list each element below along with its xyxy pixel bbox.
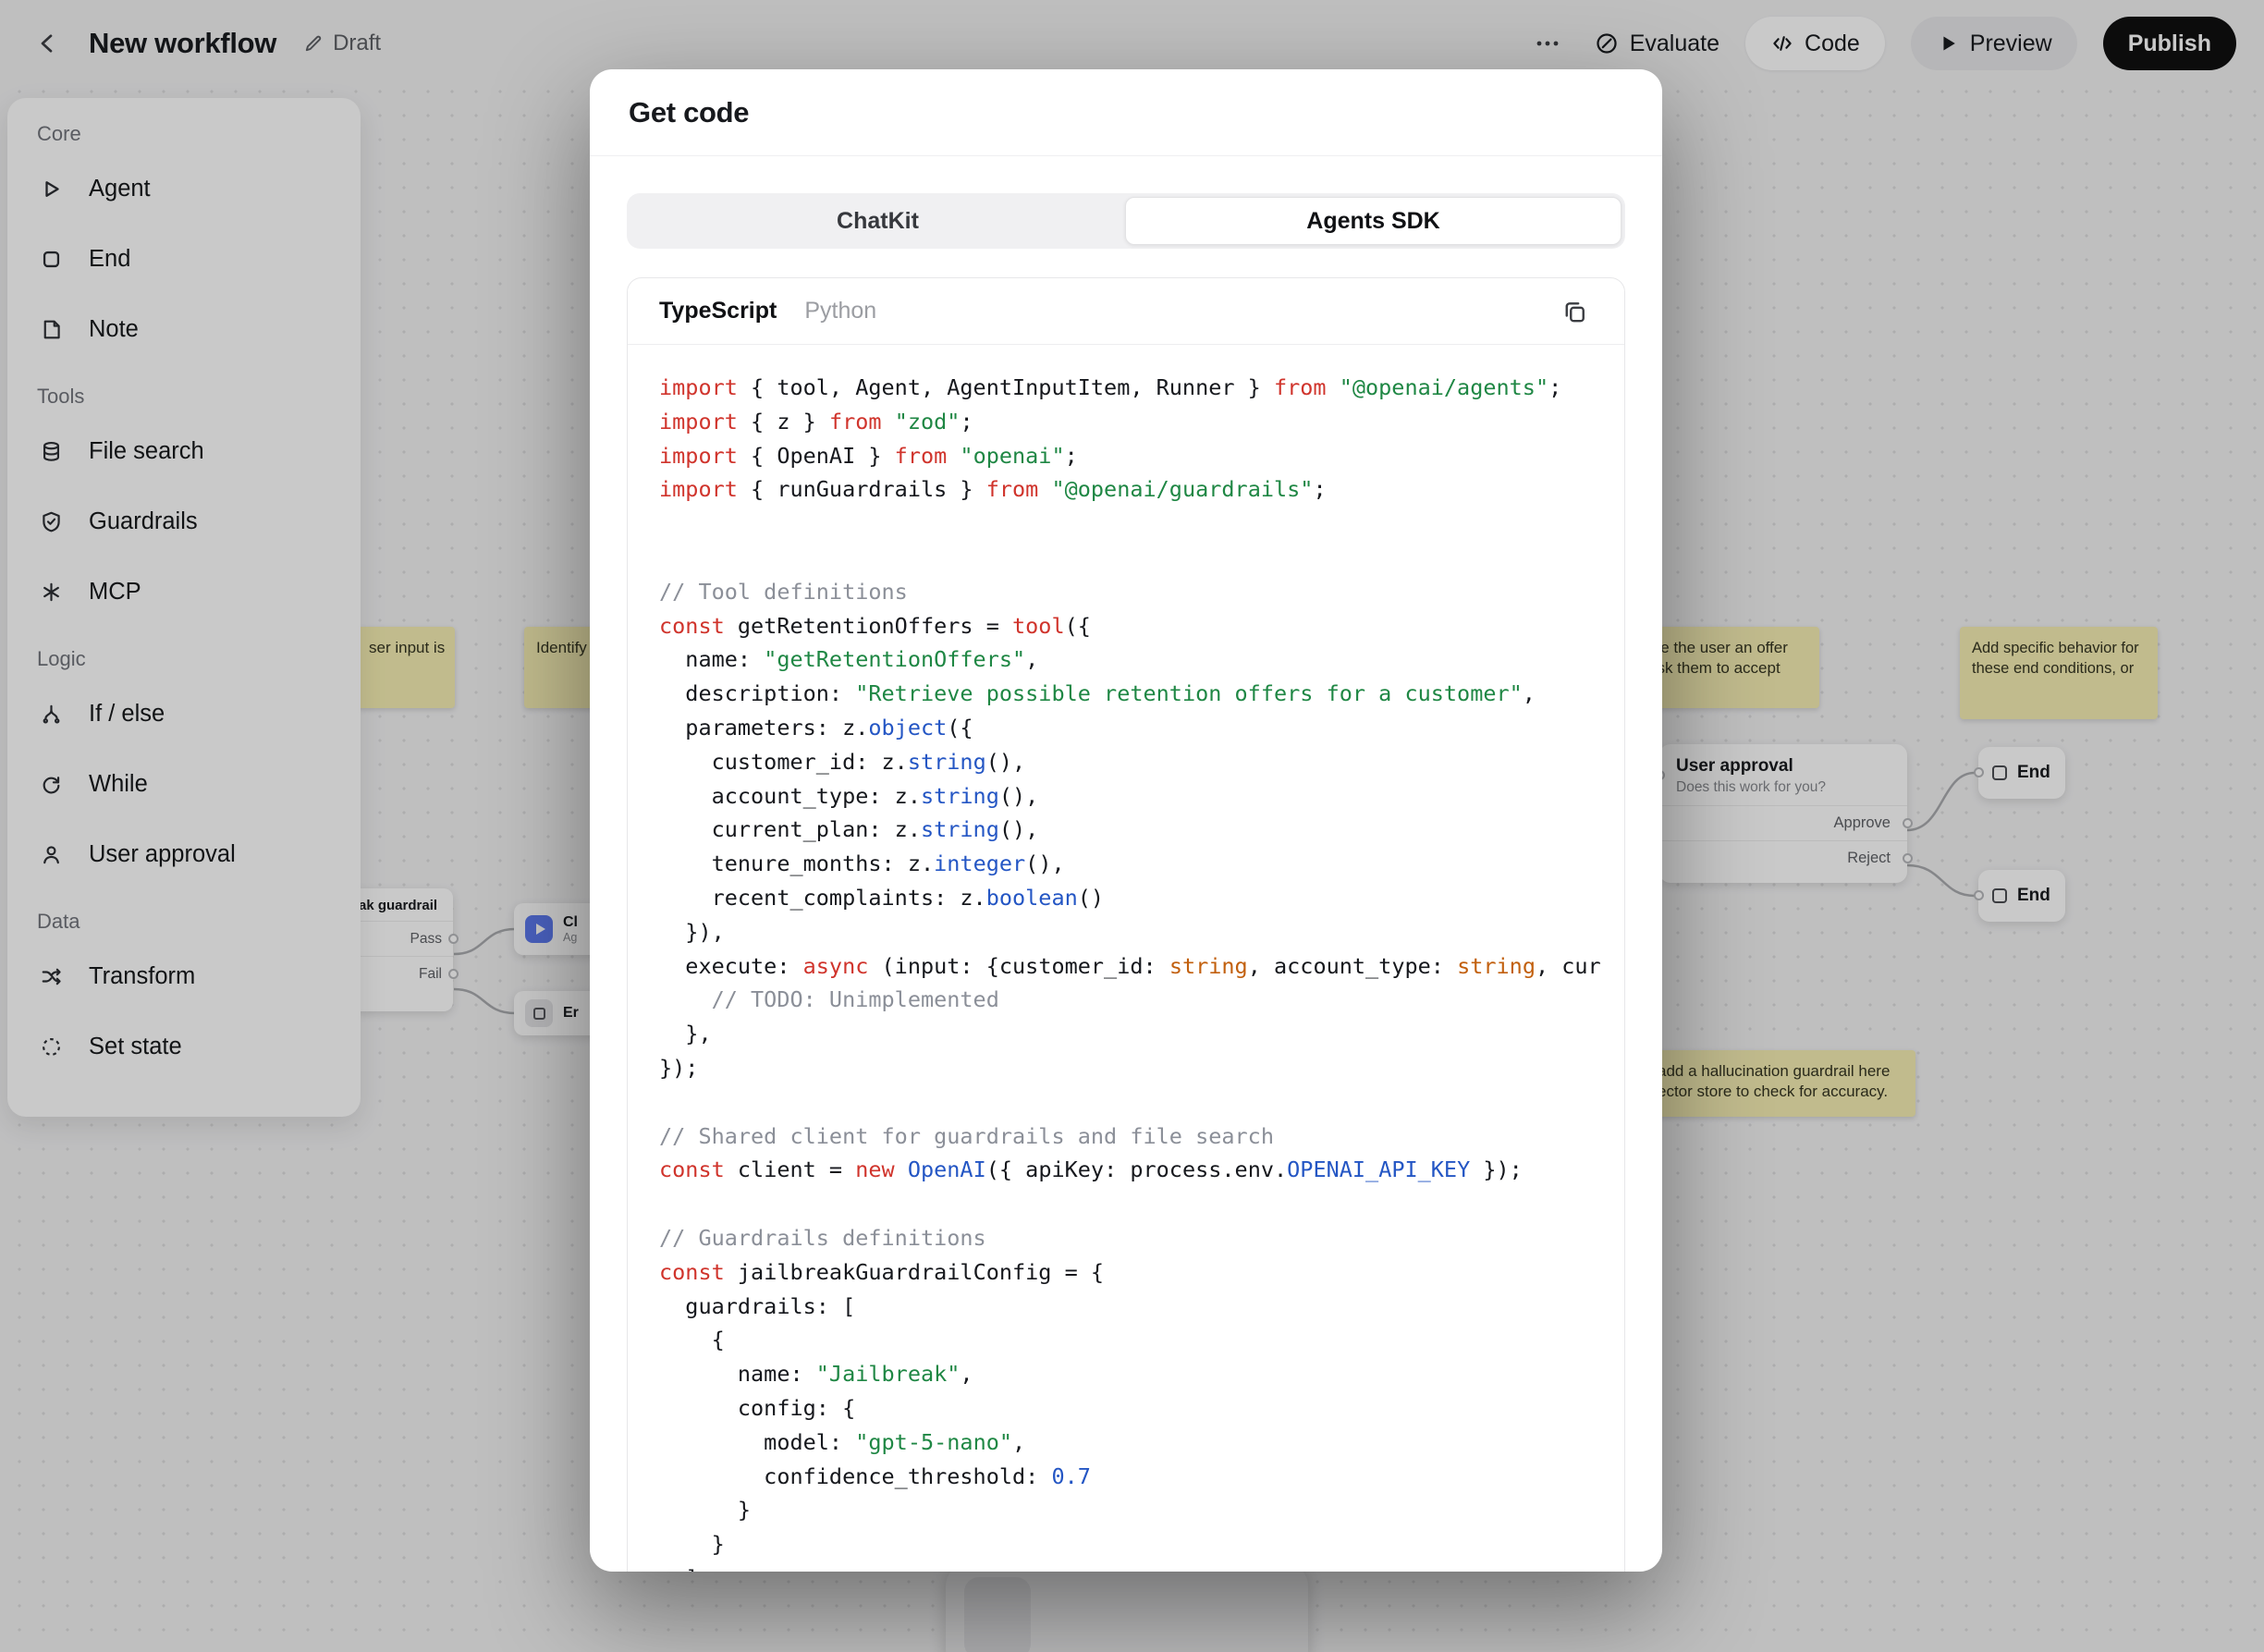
code-line: { — [659, 1323, 1593, 1357]
tab-chatkit[interactable]: ChatKit — [630, 197, 1125, 245]
code-content[interactable]: import { tool, Agent, AgentInputItem, Ru… — [628, 345, 1624, 1572]
code-line: current_plan: z.string(), — [659, 813, 1593, 847]
code-line: execute: async (input: {customer_id: str… — [659, 949, 1593, 984]
code-line: description: "Retrieve possible retentio… — [659, 677, 1593, 711]
code-line: tenure_months: z.integer(), — [659, 847, 1593, 881]
code-line: } — [659, 1493, 1593, 1527]
code-line — [659, 507, 1593, 541]
code-line: import { tool, Agent, AgentInputItem, Ru… — [659, 371, 1593, 405]
code-line: }); — [659, 1051, 1593, 1085]
app: ser input is Identify t ide the user an … — [0, 0, 2264, 1652]
code-line: confidence_threshold: 0.7 — [659, 1460, 1593, 1494]
code-line: ] — [659, 1561, 1593, 1572]
code-line: // Tool definitions — [659, 575, 1593, 609]
code-panel: TypeScript Python import { tool, Agent, … — [627, 277, 1625, 1572]
code-line: }, — [659, 1017, 1593, 1051]
code-line: const client = new OpenAI({ apiKey: proc… — [659, 1153, 1593, 1187]
language-tab-python[interactable]: Python — [804, 298, 876, 324]
code-line: guardrails: [ — [659, 1290, 1593, 1324]
code-line: model: "gpt-5-nano", — [659, 1426, 1593, 1460]
code-line: import { z } from "zod"; — [659, 405, 1593, 439]
code-line: name: "Jailbreak", — [659, 1357, 1593, 1391]
code-line: // TODO: Unimplemented — [659, 983, 1593, 1017]
code-line: import { runGuardrails } from "@openai/g… — [659, 472, 1593, 507]
code-line: }), — [659, 915, 1593, 949]
code-line: const jailbreakGuardrailConfig = { — [659, 1255, 1593, 1290]
code-line: import { OpenAI } from "openai"; — [659, 439, 1593, 473]
copy-icon — [1560, 298, 1588, 325]
code-line: customer_id: z.string(), — [659, 745, 1593, 779]
modal-title: Get code — [629, 96, 749, 129]
code-line: recent_complaints: z.boolean() — [659, 881, 1593, 915]
code-line: } — [659, 1527, 1593, 1561]
tab-agents-sdk[interactable]: Agents SDK — [1125, 197, 1622, 245]
code-line — [659, 1085, 1593, 1120]
code-line: name: "getRetentionOffers", — [659, 642, 1593, 677]
code-panel-header: TypeScript Python — [628, 278, 1624, 345]
sdk-tab-switcher: ChatKit Agents SDK — [627, 193, 1625, 249]
copy-button[interactable] — [1556, 293, 1593, 330]
code-line: // Shared client for guardrails and file… — [659, 1120, 1593, 1154]
code-line — [659, 1187, 1593, 1221]
get-code-modal: Get code ChatKit Agents SDK TypeScript P… — [590, 69, 1662, 1572]
code-line: account_type: z.string(), — [659, 779, 1593, 814]
code-line: config: { — [659, 1391, 1593, 1426]
modal-header: Get code — [590, 69, 1662, 156]
code-line: parameters: z.object({ — [659, 711, 1593, 745]
code-line — [659, 541, 1593, 575]
code-line: // Guardrails definitions — [659, 1221, 1593, 1255]
language-tab-typescript[interactable]: TypeScript — [659, 298, 777, 324]
code-line: const getRetentionOffers = tool({ — [659, 609, 1593, 643]
